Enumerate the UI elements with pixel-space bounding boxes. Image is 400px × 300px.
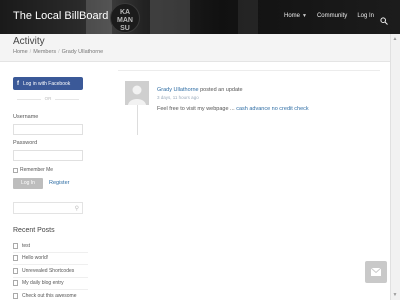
site-logo-link[interactable]: The Local BillBoard xyxy=(13,10,108,22)
activity-timestamp[interactable]: 3 days, 11 hours ago xyxy=(157,95,199,100)
document-icon xyxy=(13,267,18,274)
nav-item-login[interactable]: Log In xyxy=(357,13,374,19)
recent-posts-title: Recent Posts xyxy=(13,227,55,234)
search-icon[interactable]: ⚲ xyxy=(75,205,79,212)
page-title: Activity xyxy=(13,36,45,47)
document-icon xyxy=(13,242,18,249)
facebook-login-label: Log in with Facebook xyxy=(23,80,71,87)
nav-item-label: Home xyxy=(284,13,301,19)
remember-label: Remember Me xyxy=(20,167,54,173)
nav-item-home[interactable]: Home ▼ xyxy=(284,13,307,19)
envelope-icon xyxy=(371,268,381,276)
remember-checkbox[interactable] xyxy=(13,167,18,173)
breadcrumb-members[interactable]: Members xyxy=(33,49,56,55)
breadcrumb: Home / Members / Grady Ullathorne xyxy=(13,49,104,55)
header-background-image xyxy=(238,0,258,34)
list-item[interactable]: Check out this awesome xyxy=(13,290,88,300)
chevron-down-icon: ▼ xyxy=(302,13,307,19)
document-icon xyxy=(13,280,18,287)
scroll-up-icon[interactable]: ▲ xyxy=(392,36,398,42)
or-divider: OR xyxy=(13,96,83,101)
recent-posts-list: test Hello world! Unrevealed Shortcodes … xyxy=(13,240,88,300)
header-logo-badge: KA MAN SU xyxy=(110,3,140,33)
login-button[interactable]: Log In xyxy=(13,178,43,189)
vertical-scrollbar[interactable] xyxy=(390,34,400,300)
activity-content-text: Feel free to visit my webpage ... xyxy=(157,106,235,112)
page-header: Activity Home / Members / Grady Ullathorne xyxy=(0,34,390,62)
contact-button[interactable] xyxy=(365,261,387,283)
activity-action: posted an update xyxy=(200,87,243,93)
breadcrumb-home[interactable]: Home xyxy=(13,49,28,55)
search-icon[interactable] xyxy=(380,12,388,25)
site-header: KA MAN SU The Local BillBoard Home ▼ Com… xyxy=(0,0,400,34)
password-label: Password xyxy=(13,140,38,146)
list-item[interactable]: Unrevealed Shortcodes xyxy=(13,265,88,278)
nav-item-label: Community xyxy=(316,13,348,19)
nav-item-label: Log In xyxy=(357,13,374,19)
activity-stream xyxy=(118,70,380,300)
nav-item-community[interactable]: Community xyxy=(317,13,347,19)
remember-me[interactable]: Remember Me xyxy=(13,167,53,173)
activity-user-link[interactable]: Grady Ullathorne xyxy=(157,87,199,93)
document-icon xyxy=(13,292,18,299)
list-item[interactable]: Hello world! xyxy=(13,253,88,265)
header-background-image xyxy=(150,0,190,34)
activity-header: Grady Ullathorne posted an update xyxy=(157,87,243,93)
list-item[interactable]: test xyxy=(13,240,88,253)
document-icon xyxy=(13,255,18,262)
activity-thread-line xyxy=(137,105,138,135)
main-nav: Home ▼ Community Log In xyxy=(274,13,374,19)
scroll-down-icon[interactable]: ▼ xyxy=(392,292,398,298)
activity-content: Feel free to visit my webpage ... cash a… xyxy=(157,106,309,112)
list-item[interactable]: My daily blog entry xyxy=(13,278,88,290)
breadcrumb-current: Grady Ullathorne xyxy=(61,49,104,55)
facebook-login-button[interactable]: f Log in with Facebook xyxy=(13,77,83,90)
avatar[interactable] xyxy=(125,81,149,105)
username-field[interactable] xyxy=(13,124,83,135)
username-label: Username xyxy=(13,114,39,120)
facebook-icon: f xyxy=(17,80,19,87)
sidebar-search-input[interactable]: ⚲ xyxy=(13,202,83,214)
activity-content-link[interactable]: cash advance no credit check xyxy=(236,106,308,112)
password-field[interactable] xyxy=(13,150,83,161)
register-link[interactable]: Register xyxy=(49,180,69,186)
